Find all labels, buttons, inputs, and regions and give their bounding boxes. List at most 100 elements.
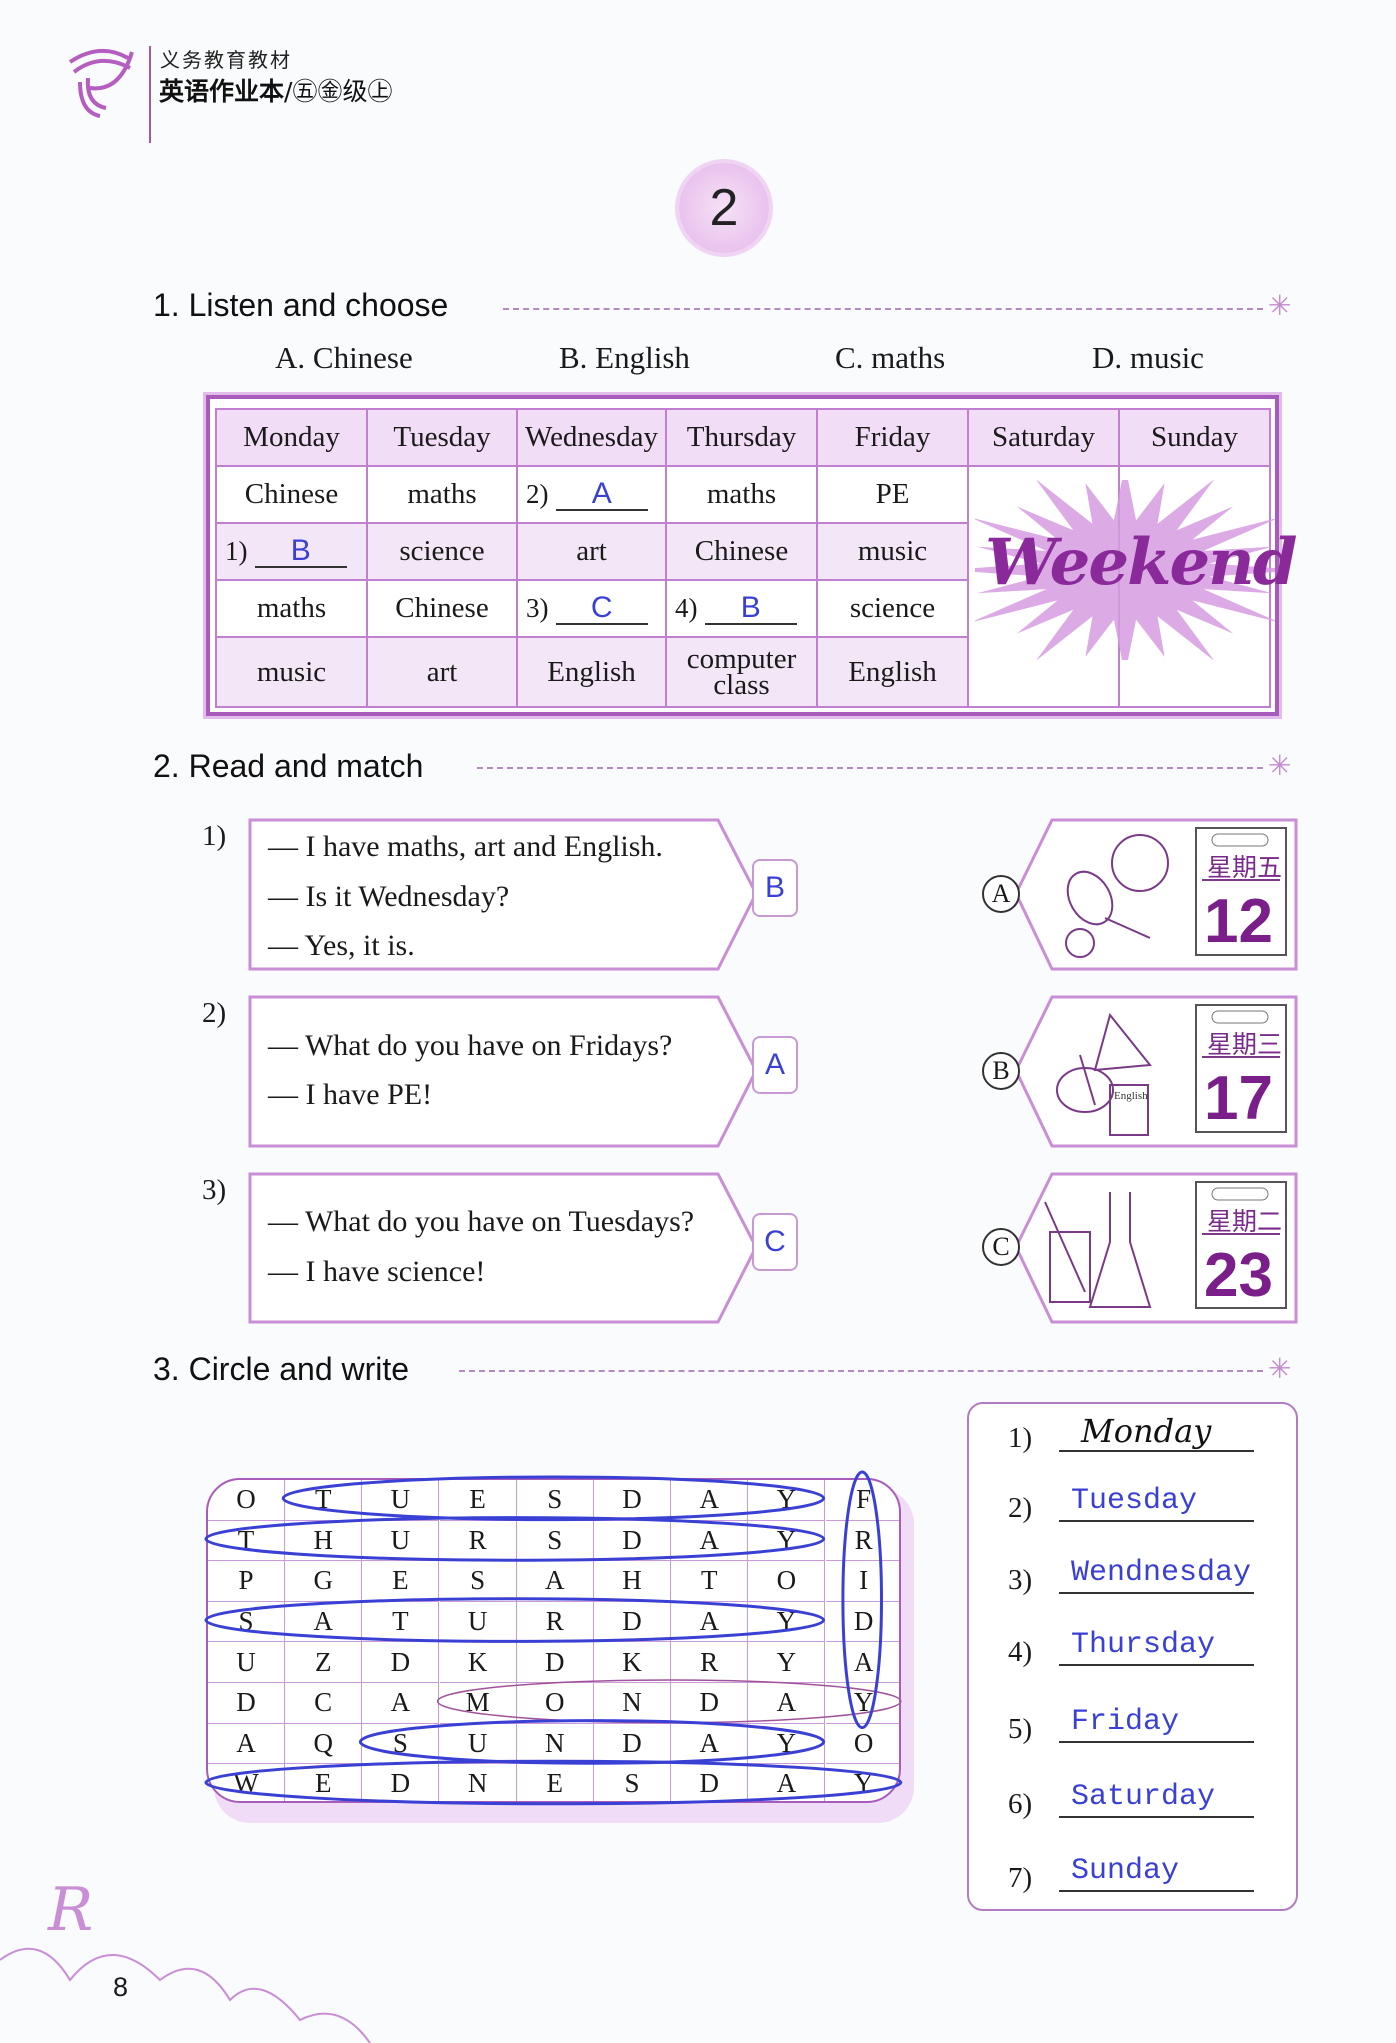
answer-write-line[interactable]: Tuesday — [1059, 1482, 1254, 1522]
circled-word-thursday — [204, 1516, 826, 1562]
answer-write-line[interactable]: Sunday — [1059, 1852, 1254, 1892]
circled-word-sunday — [358, 1719, 826, 1765]
subject-cell: Chinese — [215, 465, 368, 524]
series-label: 义务教育教材 — [160, 48, 292, 72]
calendar-weekday: 星期二 — [1207, 1207, 1283, 1236]
dialogue-line: — I have maths, art and English. — [268, 830, 663, 863]
picture-label: C — [982, 1228, 1020, 1266]
answer-number: 4) — [1008, 1636, 1033, 1668]
calendar-weekday: 星期三 — [1207, 1030, 1283, 1059]
dialogue-line: — What do you have on Fridays? — [268, 1029, 673, 1062]
section3-title: 3. Circle and write — [153, 1351, 410, 1387]
match-answer-box[interactable]: C — [752, 1213, 798, 1271]
calendar-date: 17 — [1204, 1064, 1273, 1133]
answer-cell: 4) B — [665, 579, 818, 638]
question-number: 4) — [675, 593, 698, 623]
answer-blank[interactable]: B — [704, 593, 797, 625]
day-header-saturday: Saturday — [967, 408, 1120, 467]
question-number: 3) — [526, 593, 549, 623]
section2-title: 2. Read and match — [153, 748, 424, 784]
subject-cell: music — [816, 522, 969, 581]
weekend-label: Weekend — [985, 525, 1297, 600]
question-number: 1) — [225, 536, 248, 566]
dialogue-line: — I have PE! — [268, 1078, 433, 1111]
answer-write-line[interactable]: Thursday — [1059, 1626, 1254, 1666]
day-header-monday: Monday — [215, 408, 368, 467]
picture-label: A — [982, 874, 1020, 913]
picture-label: B — [982, 1051, 1020, 1090]
subject-cell: Chinese — [366, 579, 518, 638]
svg-text:R: R — [47, 1875, 93, 1945]
answer-write-line[interactable]: Saturday — [1059, 1778, 1254, 1818]
day-header-friday: Friday — [816, 408, 969, 467]
circled-word-monday — [436, 1679, 902, 1724]
answer-cell: 1) B — [215, 522, 368, 581]
answer-number: 2) — [1008, 1492, 1033, 1524]
dialogue-number: 2) — [202, 997, 227, 1029]
answer-number: 5) — [1008, 1713, 1033, 1745]
cloud-decoration-icon: R — [0, 1875, 371, 2043]
subject-cell: maths — [665, 465, 818, 524]
match-answer-box[interactable]: A — [752, 1036, 798, 1094]
dialogue-line: — I have science! — [268, 1255, 486, 1288]
answer-blank[interactable]: A — [555, 479, 648, 511]
answer-cell: 3) C — [516, 579, 667, 638]
page-number: 8 — [113, 1972, 129, 2002]
day-header-tuesday: Tuesday — [366, 408, 518, 467]
answer-blank[interactable]: B — [254, 536, 347, 568]
answer-cell: 2) A — [516, 465, 667, 524]
answer-blank[interactable]: C — [555, 593, 648, 625]
book-title: 英语作业本/㊄㊎级㊤ — [159, 72, 392, 108]
section1-title: 1. Listen and choose — [153, 287, 449, 323]
sparkle-icon: ✳ — [1268, 751, 1292, 782]
section-divider — [503, 308, 1263, 310]
word-search-circles — [204, 1470, 903, 1806]
answer-write-line[interactable]: Wendnesday — [1059, 1554, 1254, 1594]
section-divider — [477, 767, 1263, 769]
subject-cell: art — [516, 522, 667, 581]
answer-write-line[interactable]: Monday — [1059, 1412, 1254, 1452]
day-header-wednesday: Wednesday — [516, 408, 667, 467]
circled-word-wednesday — [204, 1759, 903, 1806]
subject-cell: English — [816, 636, 969, 708]
subject-cell: computer class — [665, 636, 818, 708]
dialogue-line: — Is it Wednesday? — [268, 880, 510, 913]
sparkle-icon: ✳ — [1268, 1354, 1292, 1385]
calendar-date: 12 — [1204, 887, 1273, 956]
subject-cell: science — [816, 579, 969, 638]
subject-cell: maths — [366, 465, 518, 524]
dialogue-number: 3) — [202, 1174, 227, 1206]
circled-word-saturday — [204, 1597, 826, 1643]
section-divider — [459, 1370, 1263, 1372]
sparkle-icon: ✳ — [1268, 291, 1292, 322]
subject-cell: science — [366, 522, 518, 581]
calendar-date: 23 — [1204, 1241, 1273, 1310]
subject-cell: PE — [816, 465, 969, 524]
circled-word-tuesday — [281, 1475, 826, 1522]
answer-number: 6) — [1008, 1788, 1033, 1820]
subject-cell: English — [516, 636, 667, 708]
match-answer-box[interactable]: B — [752, 859, 798, 917]
day-header-sunday: Sunday — [1118, 408, 1271, 467]
option-d: D. music — [1092, 340, 1204, 375]
subject-cell: maths — [215, 579, 368, 638]
answer-write-line[interactable]: Friday — [1059, 1703, 1254, 1743]
dialogue-number: 1) — [202, 820, 227, 852]
answer-number: 3) — [1008, 1564, 1033, 1596]
book-title-text: 英语作业本 — [159, 77, 285, 106]
option-a: A. Chinese — [275, 340, 413, 375]
option-c: C. maths — [835, 340, 946, 375]
calendar-weekday: 星期五 — [1207, 853, 1283, 882]
option-b: B. English — [559, 340, 690, 375]
header-divider — [149, 46, 151, 143]
grade-label: /㊄㊎级㊤ — [284, 77, 393, 106]
publisher-logo — [68, 48, 134, 118]
answer-number: 7) — [1008, 1862, 1033, 1894]
day-header-thursday: Thursday — [665, 408, 818, 467]
subject-cell: music — [215, 636, 368, 708]
answer-number: 1) — [1008, 1422, 1033, 1454]
dialogue-line: — Yes, it is. — [268, 929, 415, 962]
subject-cell: Chinese — [665, 522, 818, 581]
book-label: English — [1114, 1090, 1148, 1102]
dialogue-line: — What do you have on Tuesdays? — [268, 1205, 695, 1238]
